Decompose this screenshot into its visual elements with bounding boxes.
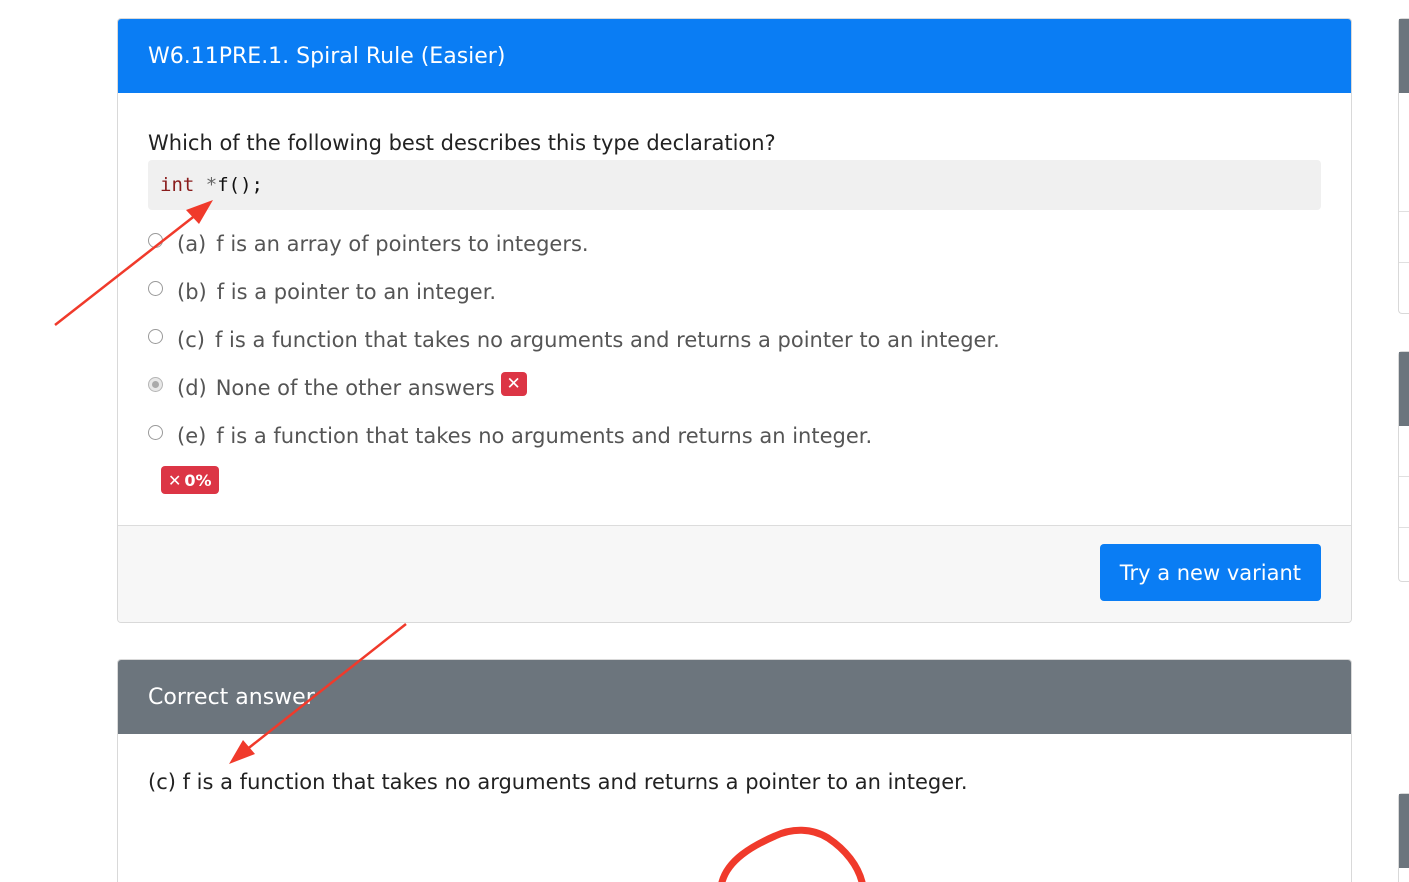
- option-a-key: (a): [177, 232, 207, 256]
- question-card: W6.11PRE.1. Spiral Rule (Easier) Which o…: [117, 18, 1352, 623]
- code-block: int * f();: [148, 160, 1321, 210]
- option-e-key: (e): [177, 424, 207, 448]
- code-operator: *: [194, 174, 218, 196]
- option-b-text: f is a pointer to an integer.: [216, 280, 497, 304]
- try-new-variant-button[interactable]: Try a new variant: [1099, 544, 1321, 601]
- correct-answer-body: (c) f is a function that takes no argume…: [118, 734, 1351, 794]
- option-a[interactable]: (a) f is an array of pointers to integer…: [148, 220, 1321, 268]
- score-x-icon: ✕: [168, 470, 182, 490]
- score-badge: ✕ 0%: [161, 466, 219, 494]
- score-value: 0%: [184, 470, 212, 490]
- question-title: W6.11PRE.1. Spiral Rule (Easier): [148, 43, 506, 69]
- radio-b[interactable]: [148, 281, 163, 296]
- radio-e[interactable]: [148, 425, 163, 440]
- side-card-3-header: [1399, 794, 1409, 868]
- side-card-2-header: [1399, 352, 1409, 426]
- correct-answer-header: Correct answer: [118, 660, 1351, 734]
- question-prompt: Which of the following best describes th…: [148, 131, 776, 155]
- radio-a[interactable]: [148, 233, 163, 248]
- side-card-2-row: [1399, 476, 1409, 528]
- option-c-text: f is a function that takes no arguments …: [214, 328, 1000, 352]
- option-c-key: (c): [177, 328, 205, 352]
- wrong-answer-icon: ✕: [500, 372, 527, 396]
- code-identifier: f();: [217, 174, 263, 196]
- side-card-2: [1398, 351, 1409, 582]
- radio-c[interactable]: [148, 329, 163, 344]
- correct-answer-text: (c) f is a function that takes no argume…: [148, 770, 968, 794]
- option-d-text: None of the other answers: [215, 376, 495, 400]
- side-card-1-header: [1399, 19, 1409, 93]
- question-footer: Try a new variant: [118, 525, 1351, 622]
- code-keyword: int: [160, 174, 195, 196]
- correct-answer-title: Correct answer: [148, 684, 315, 710]
- question-header: W6.11PRE.1. Spiral Rule (Easier): [118, 19, 1351, 93]
- page: W6.11PRE.1. Spiral Rule (Easier) Which o…: [0, 0, 1409, 882]
- side-card-3: [1398, 793, 1409, 882]
- radio-d[interactable]: [148, 377, 163, 392]
- option-e-text: f is a function that takes no arguments …: [216, 424, 873, 448]
- question-body: Which of the following best describes th…: [118, 93, 1351, 494]
- option-b-key: (b): [177, 280, 207, 304]
- side-card-1: [1398, 18, 1409, 314]
- option-d[interactable]: (d) None of the other answers ✕: [148, 364, 1321, 412]
- correct-answer-card: Correct answer (c) f is a function that …: [117, 659, 1352, 882]
- option-d-key: (d): [177, 376, 207, 400]
- option-b[interactable]: (b) f is a pointer to an integer.: [148, 268, 1321, 316]
- answer-options: (a) f is an array of pointers to integer…: [148, 220, 1321, 460]
- option-a-text: f is an array of pointers to integers.: [216, 232, 589, 256]
- option-e[interactable]: (e) f is a function that takes no argume…: [148, 412, 1321, 460]
- option-c[interactable]: (c) f is a function that takes no argume…: [148, 316, 1321, 364]
- side-card-1-row: [1399, 211, 1409, 263]
